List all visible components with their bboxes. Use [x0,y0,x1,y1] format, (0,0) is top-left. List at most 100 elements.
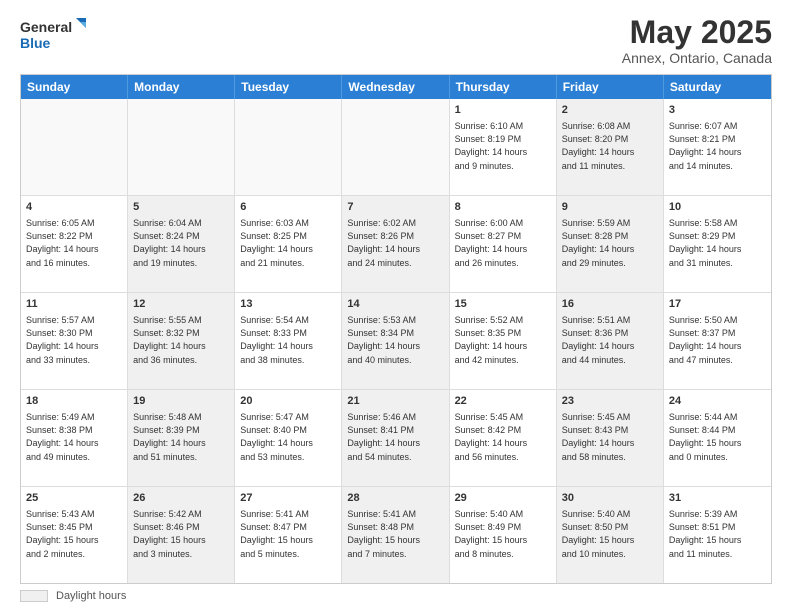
cal-cell-day-9: 9 Sunrise: 5:59 AM Sunset: 8:28 PM Daylig… [557,196,664,292]
logo: General Blue [20,16,90,56]
month-title: May 2025 [622,16,772,48]
day-number: 29 [455,491,551,506]
cal-cell-day-3: 3 Sunrise: 6:07 AM Sunset: 8:21 PM Daylig… [664,99,771,195]
day-number: 10 [669,200,766,215]
cal-header-cell-thursday: Thursday [450,75,557,99]
cell-info: Sunrise: 5:40 AM Sunset: 8:50 PM Dayligh… [562,508,658,560]
legend-box [20,590,48,602]
cell-info: Sunrise: 5:55 AM Sunset: 8:32 PM Dayligh… [133,314,229,366]
cal-cell-day-29: 29 Sunrise: 5:40 AM Sunset: 8:49 PM Dayli… [450,487,557,583]
day-number: 19 [133,394,229,409]
cell-info: Sunrise: 5:50 AM Sunset: 8:37 PM Dayligh… [669,314,766,366]
day-number: 26 [133,491,229,506]
cell-info: Sunrise: 6:02 AM Sunset: 8:26 PM Dayligh… [347,217,443,269]
cell-info: Sunrise: 5:45 AM Sunset: 8:42 PM Dayligh… [455,411,551,463]
day-number: 12 [133,297,229,312]
cell-info: Sunrise: 5:58 AM Sunset: 8:29 PM Dayligh… [669,217,766,269]
cal-cell-day-8: 8Sunrise: 6:00 AM Sunset: 8:27 PM Daylig… [450,196,557,292]
cal-cell-empty [342,99,449,195]
day-number: 15 [455,297,551,312]
day-number: 17 [669,297,766,312]
day-number: 27 [240,491,336,506]
cal-cell-day-17: 17 Sunrise: 5:50 AM Sunset: 8:37 PM Dayli… [664,293,771,389]
cal-cell-day-11: 11Sunrise: 5:57 AM Sunset: 8:30 PM Dayli… [21,293,128,389]
day-number: 20 [240,394,336,409]
page: General Blue May 2025 Annex, Ontario, Ca… [0,0,792,612]
day-number: 13 [240,297,336,312]
cal-cell-day-27: 27Sunrise: 5:41 AM Sunset: 8:47 PM Dayli… [235,487,342,583]
cal-cell-day-21: 21 Sunrise: 5:46 AM Sunset: 8:41 PM Dayli… [342,390,449,486]
calendar: SundayMondayTuesdayWednesdayThursdayFrid… [20,74,772,584]
location-subtitle: Annex, Ontario, Canada [622,50,772,66]
cell-info: Sunrise: 5:42 AM Sunset: 8:46 PM Dayligh… [133,508,229,560]
cal-cell-day-10: 10 Sunrise: 5:58 AM Sunset: 8:29 PM Dayli… [664,196,771,292]
day-number: 24 [669,394,766,409]
cell-info: Sunrise: 5:44 AM Sunset: 8:44 PM Dayligh… [669,411,766,463]
day-number: 23 [562,394,658,409]
cell-info: Sunrise: 5:40 AM Sunset: 8:49 PM Dayligh… [455,508,551,560]
cal-cell-day-13: 13 Sunrise: 5:54 AM Sunset: 8:33 PM Dayli… [235,293,342,389]
day-number: 3 [669,103,766,118]
day-number: 18 [26,394,122,409]
cal-cell-day-22: 22 Sunrise: 5:45 AM Sunset: 8:42 PM Dayli… [450,390,557,486]
day-number: 22 [455,394,551,409]
cell-info: Sunrise: 5:48 AM Sunset: 8:39 PM Dayligh… [133,411,229,463]
cell-info: Sunrise: 6:07 AM Sunset: 8:21 PM Dayligh… [669,120,766,172]
cal-header-cell-tuesday: Tuesday [235,75,342,99]
cell-info: Sunrise: 5:41 AM Sunset: 8:48 PM Dayligh… [347,508,443,560]
calendar-row-4: 18 Sunrise: 5:49 AM Sunset: 8:38 PM Dayli… [21,390,771,487]
cell-info: Sunrise: 5:52 AM Sunset: 8:35 PM Dayligh… [455,314,551,366]
cal-cell-empty [21,99,128,195]
cal-cell-day-19: 19 Sunrise: 5:48 AM Sunset: 8:39 PM Dayli… [128,390,235,486]
day-number: 6 [240,200,336,215]
cal-cell-empty [235,99,342,195]
cell-info: Sunrise: 5:59 AM Sunset: 8:28 PM Dayligh… [562,217,658,269]
cell-info: Sunrise: 5:45 AM Sunset: 8:43 PM Dayligh… [562,411,658,463]
cal-header-cell-wednesday: Wednesday [342,75,449,99]
cal-cell-day-31: 31 Sunrise: 5:39 AM Sunset: 8:51 PM Dayli… [664,487,771,583]
day-number: 31 [669,491,766,506]
day-number: 1 [455,103,551,118]
calendar-row-5: 25 Sunrise: 5:43 AM Sunset: 8:45 PM Dayli… [21,487,771,583]
cell-info: Sunrise: 5:47 AM Sunset: 8:40 PM Dayligh… [240,411,336,463]
cal-header-cell-friday: Friday [557,75,664,99]
cell-info: Sunrise: 6:03 AM Sunset: 8:25 PM Dayligh… [240,217,336,269]
cal-cell-day-23: 23 Sunrise: 5:45 AM Sunset: 8:43 PM Dayli… [557,390,664,486]
day-number: 9 [562,200,658,215]
cell-info: Sunrise: 5:43 AM Sunset: 8:45 PM Dayligh… [26,508,122,560]
cell-info: Sunrise: 6:10 AM Sunset: 8:19 PM Dayligh… [455,120,551,172]
cal-cell-day-30: 30Sunrise: 5:40 AM Sunset: 8:50 PM Dayli… [557,487,664,583]
day-number: 21 [347,394,443,409]
cal-header-cell-monday: Monday [128,75,235,99]
day-number: 28 [347,491,443,506]
calendar-row-1: 1 Sunrise: 6:10 AM Sunset: 8:19 PM Daylig… [21,99,771,196]
cell-info: Sunrise: 5:53 AM Sunset: 8:34 PM Dayligh… [347,314,443,366]
title-block: May 2025 Annex, Ontario, Canada [622,16,772,66]
cal-cell-day-24: 24 Sunrise: 5:44 AM Sunset: 8:44 PM Dayli… [664,390,771,486]
cell-info: Sunrise: 6:08 AM Sunset: 8:20 PM Dayligh… [562,120,658,172]
calendar-body: 1 Sunrise: 6:10 AM Sunset: 8:19 PM Daylig… [21,99,771,583]
day-number: 16 [562,297,658,312]
cal-cell-day-28: 28 Sunrise: 5:41 AM Sunset: 8:48 PM Dayli… [342,487,449,583]
header: General Blue May 2025 Annex, Ontario, Ca… [20,16,772,66]
cal-cell-day-2: 2 Sunrise: 6:08 AM Sunset: 8:20 PM Daylig… [557,99,664,195]
day-number: 7 [347,200,443,215]
cell-info: Sunrise: 5:49 AM Sunset: 8:38 PM Dayligh… [26,411,122,463]
cell-info: Sunrise: 5:54 AM Sunset: 8:33 PM Dayligh… [240,314,336,366]
cal-cell-day-6: 6 Sunrise: 6:03 AM Sunset: 8:25 PM Daylig… [235,196,342,292]
cal-header-cell-saturday: Saturday [664,75,771,99]
day-number: 25 [26,491,122,506]
cell-info: Sunrise: 5:46 AM Sunset: 8:41 PM Dayligh… [347,411,443,463]
cal-cell-day-25: 25 Sunrise: 5:43 AM Sunset: 8:45 PM Dayli… [21,487,128,583]
day-number: 2 [562,103,658,118]
day-number: 11 [26,297,122,312]
cell-info: Sunrise: 6:04 AM Sunset: 8:24 PM Dayligh… [133,217,229,269]
cal-cell-day-14: 14Sunrise: 5:53 AM Sunset: 8:34 PM Dayli… [342,293,449,389]
cal-header-cell-sunday: Sunday [21,75,128,99]
svg-text:General: General [20,19,72,35]
cal-cell-day-15: 15 Sunrise: 5:52 AM Sunset: 8:35 PM Dayli… [450,293,557,389]
calendar-header: SundayMondayTuesdayWednesdayThursdayFrid… [21,75,771,99]
day-number: 5 [133,200,229,215]
cell-info: Sunrise: 5:39 AM Sunset: 8:51 PM Dayligh… [669,508,766,560]
cell-info: Sunrise: 5:51 AM Sunset: 8:36 PM Dayligh… [562,314,658,366]
